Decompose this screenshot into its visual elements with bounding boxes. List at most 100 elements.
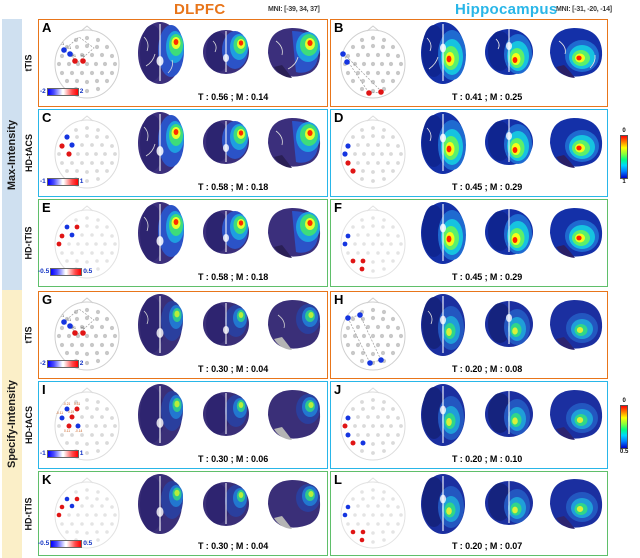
- brain-slice-coronal-F[interactable]: [482, 206, 536, 260]
- brain-slice-coronal-J[interactable]: [482, 388, 536, 442]
- colorbar-gradient: [46, 178, 79, 186]
- mni-coordinates-dlpfc: MNI: [-39, 34, 37]: [268, 6, 320, 13]
- electrode-montage-F[interactable]: [334, 204, 412, 282]
- brain-slice-sagittal-H[interactable]: [544, 294, 608, 358]
- svg-text:0.19: 0.19: [68, 410, 74, 414]
- brain-slice-sagittal-L[interactable]: [544, 474, 608, 536]
- brain-slice-sagittal-J[interactable]: [544, 384, 608, 448]
- panel-letter-H: H: [334, 292, 344, 307]
- brain-slice-sagittal-E[interactable]: [262, 203, 326, 265]
- field-colorbar-bottom-label: 1: [622, 178, 626, 185]
- panel-letter-K: K: [42, 472, 52, 487]
- brain-slice-coronal-K[interactable]: [200, 480, 252, 530]
- brain-slice-axial-J[interactable]: [414, 383, 472, 447]
- colorbar-gradient: [50, 540, 83, 548]
- svg-text:-1: -1: [61, 42, 64, 46]
- group-band-specify-intensity: Specify-Intensity: [2, 290, 22, 558]
- brain-slice-sagittal-F[interactable]: [544, 202, 608, 266]
- brain-slice-coronal-L[interactable]: [482, 478, 536, 530]
- svg-text:-1: -1: [68, 46, 71, 50]
- svg-text:-0.14: -0.14: [75, 429, 82, 433]
- field-colorbar-specify-intensity: 0 0.5: [620, 398, 628, 455]
- brain-slice-axial-E[interactable]: [130, 201, 190, 265]
- field-colorbar-bottom-label: 0.5: [620, 448, 629, 455]
- brain-slice-axial-K[interactable]: [130, 473, 190, 535]
- svg-text:+1: +1: [72, 326, 76, 330]
- brain-slice-coronal-G[interactable]: [200, 300, 252, 350]
- colorbar-min-label: -2: [40, 359, 46, 367]
- brain-slice-axial-L[interactable]: [414, 473, 472, 535]
- field-colorbar-top-label: 0: [622, 398, 626, 404]
- brain-slice-axial-B[interactable]: [414, 21, 472, 85]
- brain-slice-sagittal-D[interactable]: [544, 112, 608, 176]
- row-label-hdttis-max: HD-tTIS: [21, 199, 36, 287]
- brain-slice-coronal-C[interactable]: [200, 118, 252, 168]
- colorbar-min-label: -0.5: [38, 267, 50, 275]
- brain-slice-sagittal-I[interactable]: [262, 385, 326, 447]
- electrode-montage-B[interactable]: [334, 24, 412, 102]
- metric-B: T : 0.41 ; M : 0.25: [452, 92, 523, 102]
- svg-text:+1: +1: [72, 54, 76, 58]
- field-colorbar-gradient: [620, 404, 629, 449]
- brain-slice-axial-G[interactable]: [130, 293, 190, 357]
- montage-colorbar-G: -2 2: [40, 360, 83, 368]
- figure-canvas: DLPFC MNI: [-39, 34, 37] Hippocampus MNI…: [0, 0, 640, 558]
- group-band-max-intensity: Max-Intensity: [2, 19, 22, 290]
- montage-colorbar-E: -0.5 0.5: [38, 268, 92, 276]
- row-label-text: HD-tTIS: [23, 497, 34, 530]
- brain-slice-axial-D[interactable]: [414, 111, 472, 175]
- metric-D: T : 0.45 ; M : 0.29: [452, 182, 523, 192]
- svg-text:+1: +1: [81, 326, 85, 330]
- svg-text:+1: +1: [81, 54, 85, 58]
- metric-G: T : 0.30 ; M : 0.04: [198, 364, 269, 374]
- brain-slice-sagittal-A[interactable]: [262, 23, 326, 85]
- brain-slice-axial-F[interactable]: [414, 201, 472, 265]
- metric-L: T : 0.20 ; M : 0.07: [452, 541, 523, 551]
- field-colorbar-top-label: 0: [622, 128, 626, 134]
- row-label-ttis-specify: tTIS: [21, 291, 36, 379]
- brain-slice-axial-H[interactable]: [414, 293, 472, 357]
- brain-slice-sagittal-K[interactable]: [262, 475, 326, 535]
- colorbar-max-label: 1: [79, 177, 84, 185]
- electrode-montage-H[interactable]: [334, 296, 412, 374]
- row-label-text: tTIS: [23, 54, 34, 72]
- metric-C: T : 0.58 ; M : 0.18: [198, 182, 269, 192]
- group-label-max-intensity: Max-Intensity: [6, 119, 19, 190]
- panel-letter-F: F: [334, 200, 342, 215]
- brain-slice-sagittal-C[interactable]: [262, 113, 326, 175]
- colorbar-min-label: -1: [40, 177, 46, 185]
- metric-I: T : 0.30 ; M : 0.06: [198, 454, 269, 464]
- brain-slice-sagittal-G[interactable]: [262, 295, 326, 357]
- electrode-montage-D[interactable]: [334, 114, 412, 192]
- svg-text:-0.21: -0.21: [63, 402, 70, 406]
- metric-J: T : 0.20 ; M : 0.10: [452, 454, 523, 464]
- brain-slice-sagittal-B[interactable]: [544, 22, 608, 86]
- brain-slice-coronal-D[interactable]: [482, 116, 536, 170]
- brain-slice-coronal-B[interactable]: [482, 26, 536, 80]
- svg-text:0.31: 0.31: [74, 402, 80, 406]
- electrode-montage-L[interactable]: [334, 476, 412, 552]
- brain-slice-axial-I[interactable]: [130, 383, 190, 447]
- field-colorbar-gradient: [620, 134, 628, 179]
- mni-coordinates-hippocampus: MNI: [-31, -20, -14]: [556, 6, 612, 13]
- brain-slice-coronal-E[interactable]: [200, 208, 252, 258]
- svg-text:0.11: 0.11: [64, 429, 70, 433]
- svg-text:-0.11: -0.11: [56, 411, 63, 415]
- row-label-hdtacs-specify: HD-tACS: [21, 381, 36, 469]
- electrode-montage-J[interactable]: [334, 386, 412, 464]
- colorbar-gradient: [46, 88, 79, 96]
- group-label-specify-intensity: Specify-Intensity: [6, 379, 18, 469]
- panel-letter-L: L: [334, 472, 342, 487]
- colorbar-min-label: -1: [40, 449, 46, 457]
- column-header-dlpfc: DLPFC: [174, 1, 226, 18]
- brain-slice-coronal-A[interactable]: [200, 28, 252, 78]
- montage-colorbar-I: -1 1: [40, 450, 83, 458]
- metric-F: T : 0.45 ; M : 0.29: [452, 272, 523, 282]
- row-label-hdtacs-max: HD-tACS: [21, 109, 36, 197]
- brain-slice-coronal-I[interactable]: [200, 390, 252, 440]
- colorbar-gradient: [46, 450, 79, 458]
- brain-slice-axial-A[interactable]: [130, 21, 190, 85]
- colorbar-min-label: -0.5: [38, 539, 50, 547]
- brain-slice-coronal-H[interactable]: [482, 298, 536, 352]
- brain-slice-axial-C[interactable]: [130, 111, 190, 175]
